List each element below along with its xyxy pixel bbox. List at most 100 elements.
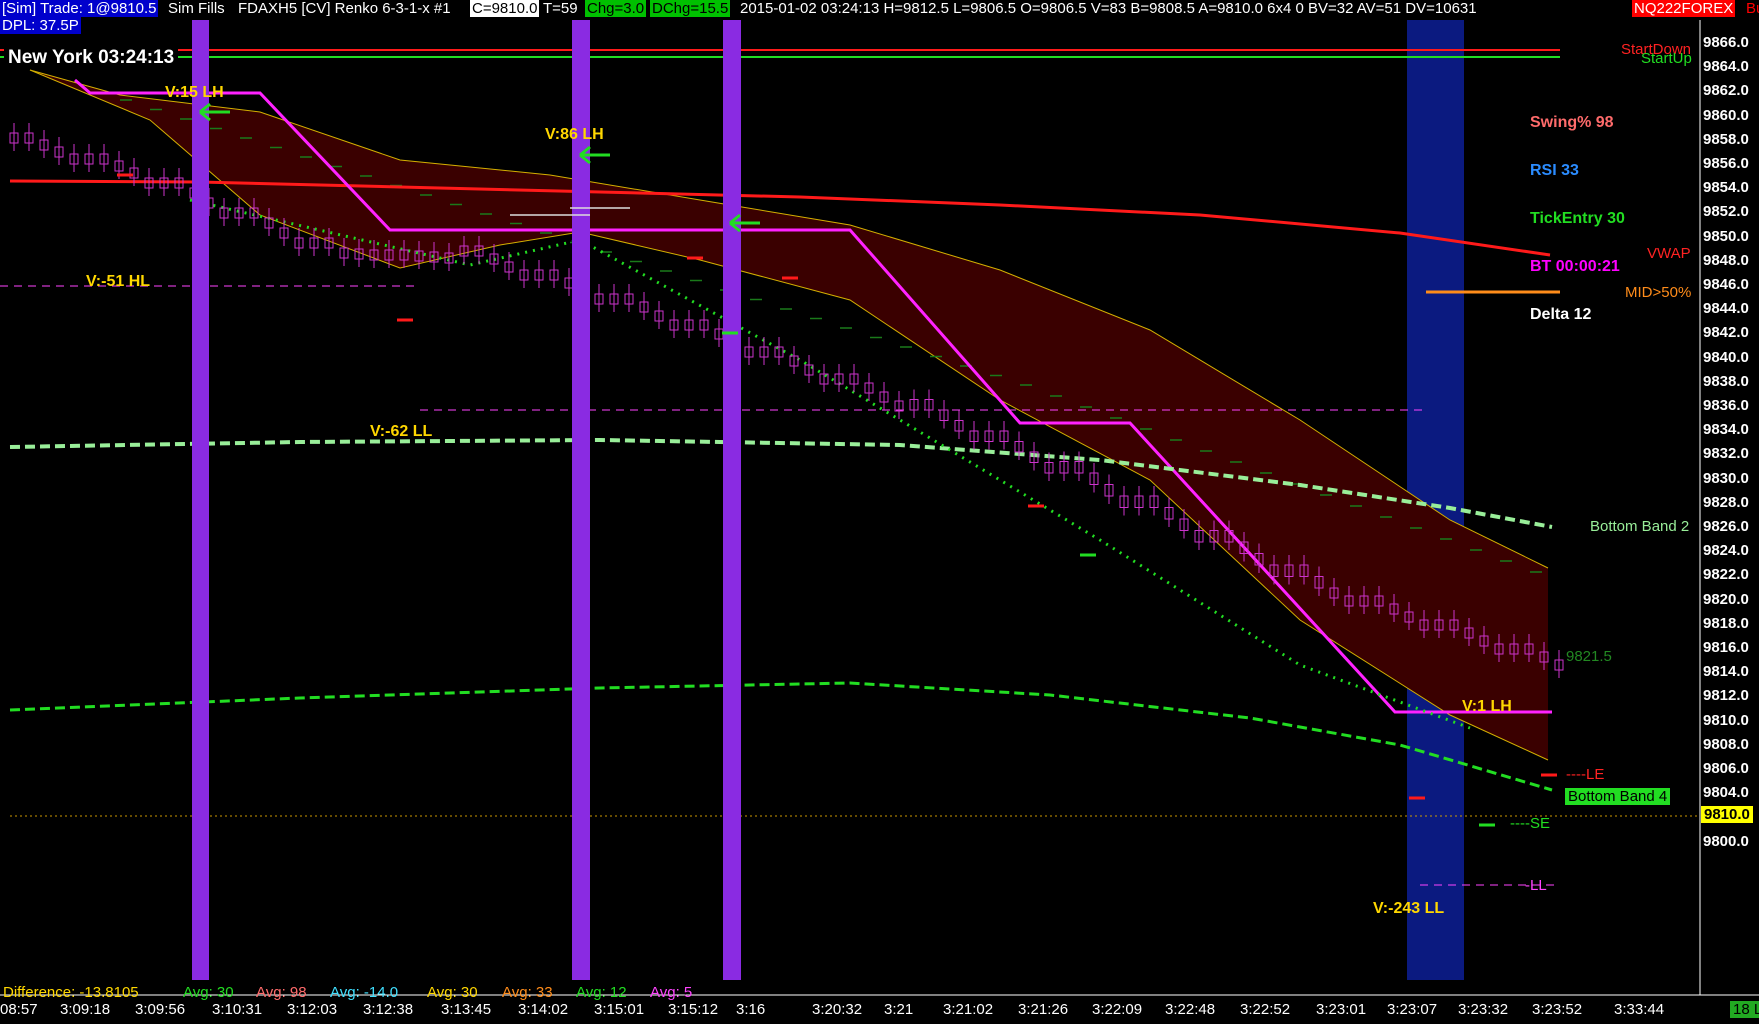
price-tick: 9810.0 <box>1703 711 1749 729</box>
price-chart[interactable] <box>0 0 1759 1024</box>
tag-se: ----SE <box>1510 815 1550 832</box>
price-tick: 9858.0 <box>1703 130 1749 148</box>
time-tick: 3:33:44 <box>1614 1001 1665 1018</box>
header-cell-3: C=9810.0 <box>470 0 540 17</box>
time-tick: 3:22:52 <box>1240 1001 1291 1018</box>
price-tick: 9804.0 <box>1703 784 1749 802</box>
session-bar-1 <box>572 20 590 980</box>
dpl-label: DPL: 37.5P <box>0 17 81 34</box>
stat-swing: Swing% 98 <box>1530 114 1614 131</box>
header-cell-6: DChg=15.5 <box>650 0 731 17</box>
header-cell-7: 2015-01-02 03:24:13 H=9812.5 L=9806.5 O=… <box>738 0 1479 17</box>
tag-vwap: VWAP <box>1647 245 1691 262</box>
time-tick: 3:22:48 <box>1165 1001 1216 1018</box>
time-tick: 3:09:18 <box>60 1001 111 1018</box>
time-tick: 3:09:56 <box>135 1001 186 1018</box>
tag-bottom-band-2: Bottom Band 2 <box>1590 518 1690 535</box>
time-tick: 3:20:32 <box>812 1001 863 1018</box>
tag-start-up: StartUp <box>1641 50 1692 67</box>
time-tick: 3:21:02 <box>943 1001 994 1018</box>
tag-bottom-band-4: Bottom Band 4 <box>1565 788 1671 805</box>
price-tick: 9854.0 <box>1703 179 1749 197</box>
header-cell-0: [Sim] Trade: 1@9810.5 <box>0 0 159 17</box>
header-cell-8: NQ222FOREX <box>1632 0 1736 17</box>
bottom-stat-item: Avg: 98 <box>256 984 307 1001</box>
time-tick: 3:10:31 <box>212 1001 263 1018</box>
bottom-stat-item: Avg: -14.0 <box>330 984 399 1001</box>
time-tick: 3:21 <box>884 1001 914 1018</box>
time-tick: 3:23:52 <box>1532 1001 1583 1018</box>
clock-label: New York 03:24:13 <box>4 47 179 69</box>
stat-bt: BT 00:00:21 <box>1530 258 1620 275</box>
bottom-stat-item: Avg: 33 <box>502 984 553 1001</box>
price-tick: 9818.0 <box>1703 614 1749 632</box>
swing-label-6: V:-243 LL <box>1373 900 1445 917</box>
bottom-stat-item: Avg: 5 <box>650 984 693 1001</box>
time-tick: 3:16 <box>736 1001 766 1018</box>
header-cell-2: FDAXH5 [CV] Renko 6-3-1-x #1 <box>236 0 453 17</box>
time-tick: 3:23:01 <box>1316 1001 1367 1018</box>
price-tick: 9836.0 <box>1703 397 1749 414</box>
price-tick: 9812.0 <box>1703 687 1749 705</box>
price-tick: 9828.0 <box>1703 493 1749 511</box>
session-bar-2 <box>723 20 741 980</box>
price-tick: 9830.0 <box>1703 469 1749 487</box>
price-tick: 9816.0 <box>1703 639 1749 656</box>
swing-label-1: V:15 LH <box>165 84 224 101</box>
price-tick: 9826.0 <box>1703 518 1749 535</box>
header-cell-4: T=59 <box>541 0 580 17</box>
price-tick: 9862.0 <box>1703 82 1749 100</box>
price-tick: 9866.0 <box>1703 34 1749 51</box>
time-tick: 3:15:12 <box>668 1001 719 1018</box>
bottom-stat-item: Difference: -13.8105 <box>3 984 139 1001</box>
time-tick: 3:15:01 <box>594 1001 645 1018</box>
price-tick: 9864.0 <box>1703 58 1749 76</box>
stat-delta: Delta 12 <box>1530 306 1592 323</box>
swing-label-3: V:-51 HL <box>86 273 151 290</box>
price-tick: 9848.0 <box>1703 251 1749 269</box>
time-tick: 3:22:09 <box>1092 1001 1143 1018</box>
price-tick: 9850.0 <box>1703 227 1749 245</box>
price-tick: 9846.0 <box>1703 276 1749 293</box>
swing-label-5: V:1 LH <box>1462 698 1512 715</box>
swing-label-4: V:-62 LL <box>370 423 433 440</box>
green-dashed-line <box>9 681 1553 792</box>
time-tick: 3:23:32 <box>1458 1001 1509 1018</box>
price-tick: 9844.0 <box>1703 300 1749 318</box>
price-tick: 9840.0 <box>1703 348 1749 366</box>
stat-rsi: RSI 33 <box>1530 162 1579 179</box>
price-tick: 9832.0 <box>1703 445 1749 463</box>
price-tick: 9814.0 <box>1703 663 1749 681</box>
header-cell-5: Chg=3.0 <box>585 0 647 17</box>
time-tick: 3:23:07 <box>1387 1001 1438 1018</box>
price-tick: 9800.0 <box>1703 832 1749 850</box>
time-tick: 3:12:38 <box>363 1001 414 1018</box>
stat-tick-entry: TickEntry 30 <box>1530 210 1625 227</box>
time-tick: 08:57 <box>0 1001 38 1018</box>
bottom-stat-item: Avg: 30 <box>183 984 234 1001</box>
session-bar-0 <box>192 20 209 980</box>
price-tick: 9860.0 <box>1703 106 1749 124</box>
price-tick: 9852.0 <box>1703 203 1749 221</box>
price-tick: 9822.0 <box>1703 566 1749 584</box>
price-tick: 9856.0 <box>1703 155 1749 172</box>
tag-ll: -LL <box>1525 877 1547 894</box>
price-tick: 9820.0 <box>1703 590 1749 608</box>
price-tick: 9808.0 <box>1703 735 1749 753</box>
bottom-stat-item: Avg: 12 <box>576 984 627 1001</box>
bottom-stat-item: Avg: 30 <box>427 984 478 1001</box>
price-tick: 9824.0 <box>1703 542 1749 560</box>
time-tick: 3:21:26 <box>1018 1001 1069 1018</box>
tag-mid: MID>50% <box>1625 284 1692 301</box>
time-tick: 3:14:02 <box>518 1001 569 1018</box>
price-tick: 9834.0 <box>1703 421 1749 439</box>
current-price-marker: 9810.0 <box>1701 806 1753 823</box>
corner-badge: 18 L <box>1730 1001 1759 1018</box>
swing-label-2: V:86 LH <box>545 126 604 143</box>
time-tick: 3:13:45 <box>441 1001 492 1018</box>
price-tick: 9842.0 <box>1703 324 1749 342</box>
time-tick: 3:12:03 <box>287 1001 338 1018</box>
tag-le: ----LE <box>1566 766 1605 783</box>
header-cell-1: Sim Fills <box>166 0 227 17</box>
band-fill <box>30 70 1548 760</box>
